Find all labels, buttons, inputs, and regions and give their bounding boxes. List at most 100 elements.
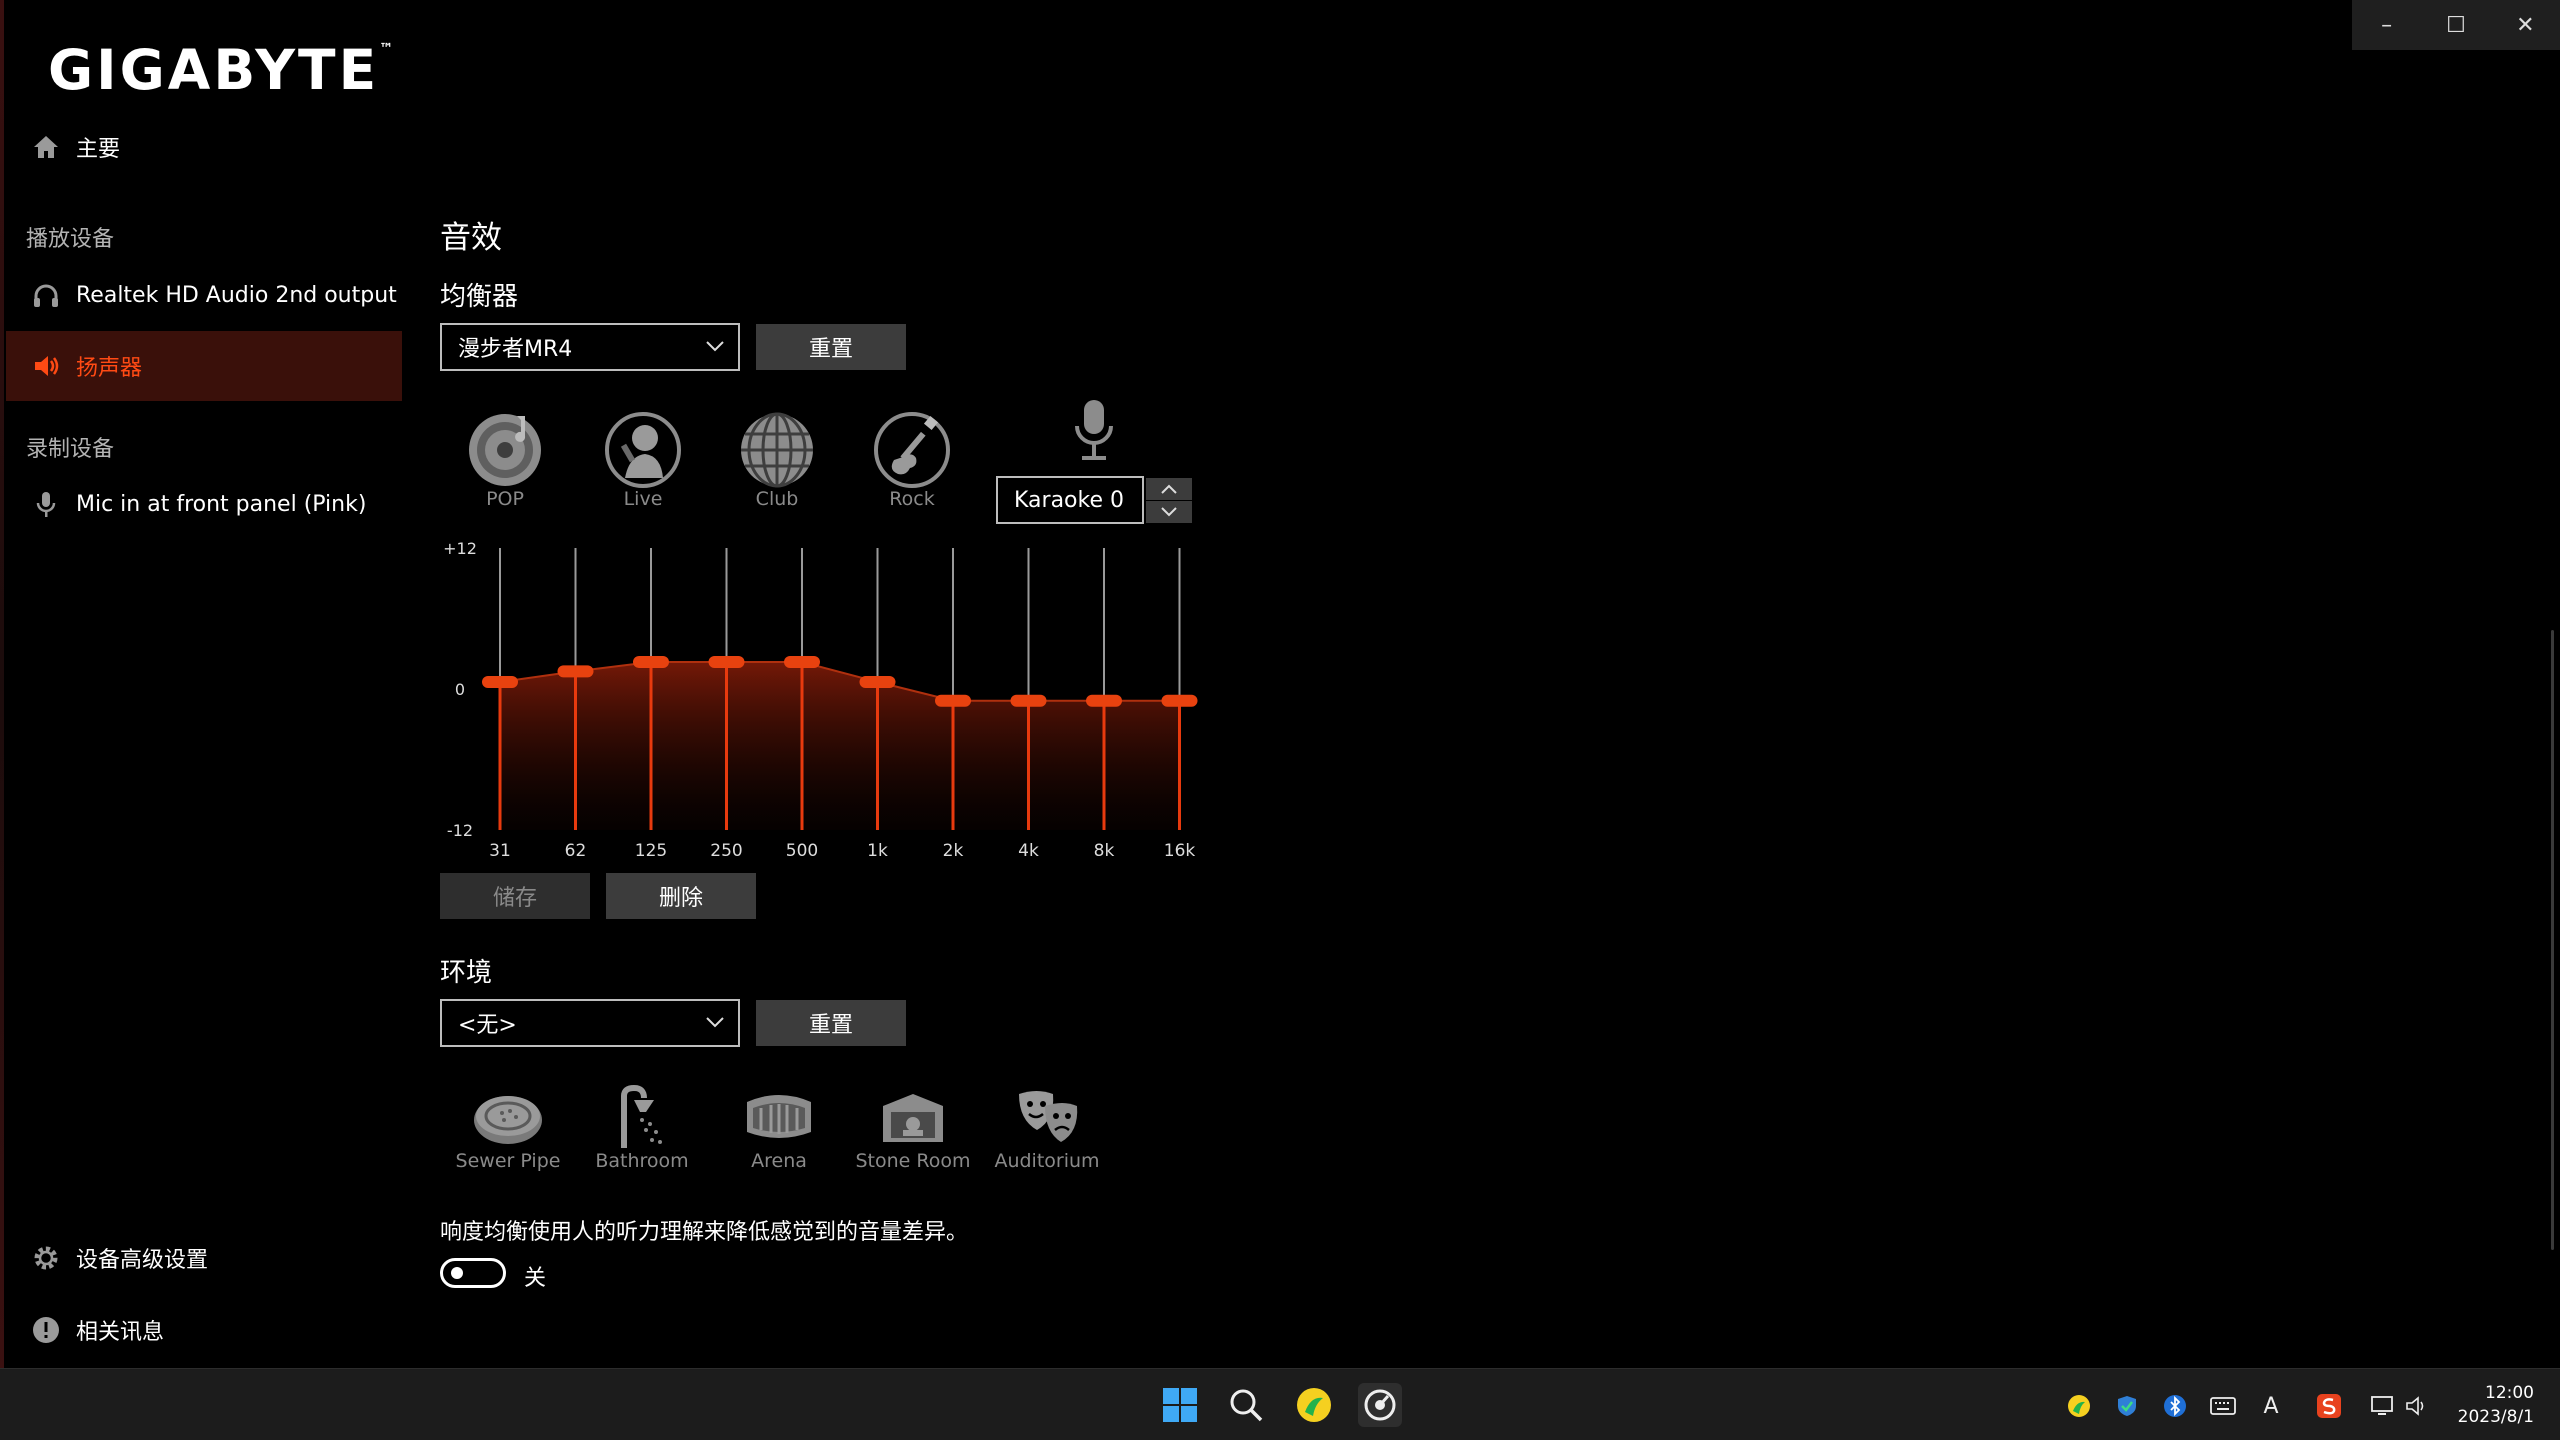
env-label: Stone Room	[855, 1150, 971, 1172]
eq-slider-thumb-2k[interactable]	[935, 694, 971, 707]
sidebar-item-realtek-output[interactable]: Realtek HD Audio 2nd output	[6, 260, 402, 330]
env-bathroom[interactable]: Bathroom	[572, 1084, 712, 1172]
volume-icon[interactable]	[2402, 1391, 2432, 1421]
system-clock[interactable]: 12:00 2023/8/1	[2458, 1381, 2534, 1429]
music-tray-icon[interactable]	[2064, 1391, 2094, 1421]
close-button[interactable]: ✕	[2491, 0, 2560, 50]
page-title: 音效	[440, 220, 502, 256]
eq-slider-thumb-1k[interactable]	[859, 675, 896, 688]
env-label: Bathroom	[595, 1150, 689, 1172]
eq-y-tick-label: +12	[443, 539, 477, 558]
karaoke-decrease-button[interactable]	[1146, 501, 1192, 523]
sidebar-item-home[interactable]: 主要	[6, 112, 402, 182]
eq-frequency-label: 16k	[1164, 841, 1196, 861]
manhole-icon	[468, 1084, 548, 1150]
equalizer-reset-button[interactable]: 重置	[756, 324, 906, 370]
chevron-down-icon	[704, 1011, 726, 1039]
search-icon[interactable]	[1224, 1383, 1268, 1427]
preset-rock[interactable]: Rock	[862, 408, 962, 510]
toggle-knob	[451, 1267, 463, 1279]
environment-select[interactable]: <无>	[440, 999, 740, 1047]
sidebar-item-label: 扬声器	[76, 356, 143, 381]
singer-icon	[603, 408, 683, 488]
music-app-icon[interactable]	[1292, 1383, 1336, 1427]
eq-slider-thumb-500[interactable]	[784, 655, 820, 668]
info-icon	[6, 1315, 76, 1345]
sidebar-item-advanced-settings[interactable]: 设备高级设置	[6, 1223, 402, 1293]
recording-section-label: 录制设备	[26, 437, 115, 462]
stone-room-icon	[873, 1084, 953, 1150]
eq-slider-thumb-16k[interactable]	[1161, 694, 1198, 707]
sidebar-item-label: Realtek HD Audio 2nd output	[76, 282, 397, 308]
gear-icon	[6, 1243, 76, 1273]
sogou-input-icon[interactable]	[2314, 1391, 2344, 1421]
preset-club[interactable]: Club	[727, 408, 827, 510]
security-shield-icon[interactable]	[2112, 1391, 2142, 1421]
env-label: Sewer Pipe	[455, 1150, 561, 1172]
app-window: – ☐ ✕ GIGABYTE™ 主要 播放设备 Realtek HD Audio…	[0, 0, 2560, 1368]
input-method-indicator[interactable]: A	[2256, 1391, 2286, 1421]
clock-time: 12:00	[2485, 1383, 2534, 1403]
preset-live[interactable]: Live	[593, 408, 693, 510]
equalizer-preset-select[interactable]: 漫步者MR4	[440, 323, 740, 371]
eq-slider-thumb-8k[interactable]	[1086, 694, 1122, 707]
eq-frequency-label: 4k	[1018, 841, 1039, 861]
save-button[interactable]: 储存	[440, 873, 590, 919]
eq-slider-thumb-125[interactable]	[633, 655, 669, 668]
headphones-icon	[6, 281, 76, 309]
bluetooth-icon[interactable]	[2160, 1391, 2190, 1421]
eq-frequency-label: 500	[786, 841, 818, 861]
eq-frequency-label: 8k	[1094, 841, 1115, 861]
loudness-toggle[interactable]	[440, 1258, 506, 1288]
microphone-icon	[6, 489, 76, 519]
env-sewer-pipe[interactable]: Sewer Pipe	[438, 1084, 578, 1172]
guitar-icon	[872, 408, 952, 488]
env-stone-room[interactable]: Stone Room	[843, 1084, 983, 1172]
delete-button[interactable]: 删除	[606, 873, 756, 919]
env-auditorium[interactable]: Auditorium	[977, 1084, 1117, 1172]
gigabyte-audio-app-icon[interactable]	[1358, 1383, 1402, 1427]
window-edge	[0, 0, 4, 1368]
eq-y-tick-label: 0	[455, 680, 465, 699]
karaoke-increase-button[interactable]	[1146, 478, 1192, 500]
preset-label: Live	[623, 488, 663, 510]
karaoke-level-field[interactable]: Karaoke 0	[996, 476, 1144, 524]
sidebar-item-about[interactable]: 相关讯息	[6, 1295, 402, 1365]
chevron-down-icon	[704, 335, 726, 363]
eq-curve-fill	[500, 661, 1180, 830]
maximize-button[interactable]: ☐	[2421, 0, 2490, 50]
home-icon	[6, 133, 76, 161]
env-label: Auditorium	[994, 1150, 1100, 1172]
eq-slider-thumb-62[interactable]	[557, 665, 594, 678]
chevron-down-icon	[1161, 507, 1177, 517]
eq-y-tick-label: -12	[447, 821, 473, 840]
sidebar-item-front-mic[interactable]: Mic in at front panel (Pink)	[6, 469, 402, 539]
preset-pop[interactable]: POP	[455, 408, 555, 510]
eq-slider-thumb-4k[interactable]	[1010, 694, 1047, 707]
scrollbar[interactable]	[2551, 630, 2554, 1250]
sidebar-item-label: 相关讯息	[76, 1320, 165, 1345]
preset-label: Rock	[889, 488, 935, 510]
eq-frequency-label: 31	[489, 841, 511, 861]
minimize-button[interactable]: –	[2352, 0, 2421, 50]
env-arena[interactable]: Arena	[709, 1084, 849, 1172]
preset-label: POP	[486, 488, 524, 510]
sidebar-item-label: Mic in at front panel (Pink)	[76, 491, 367, 517]
theater-masks-icon	[1007, 1084, 1087, 1150]
gigabyte-logo: GIGABYTE™	[48, 38, 394, 102]
eq-frequency-label: 250	[710, 841, 742, 861]
equalizer-chart: +12 0 -12 31 62 125 250 500 1k 2k 4k 8k 16k	[443, 539, 1198, 861]
shower-icon	[602, 1084, 682, 1150]
sidebar-item-speaker[interactable]: 扬声器	[6, 331, 402, 401]
network-icon[interactable]	[2368, 1391, 2398, 1421]
eq-frequency-label: 125	[635, 841, 667, 861]
start-icon[interactable]	[1158, 1383, 1202, 1427]
eq-slider-thumb-250[interactable]	[708, 655, 745, 668]
speaker-icon	[6, 352, 76, 380]
environment-reset-button[interactable]: 重置	[756, 1000, 906, 1046]
keyboard-icon[interactable]	[2208, 1391, 2238, 1421]
equalizer-heading: 均衡器	[440, 282, 519, 312]
preset-label: Club	[755, 488, 799, 510]
vinyl-record-icon	[465, 408, 545, 488]
eq-slider-thumb-31[interactable]	[482, 675, 518, 688]
